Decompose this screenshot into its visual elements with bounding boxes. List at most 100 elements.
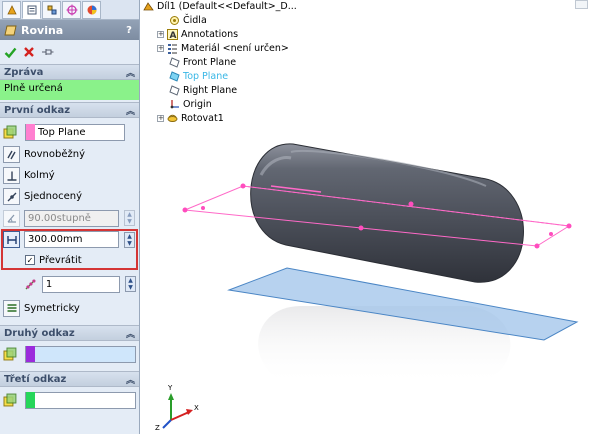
first-reference-value: Top Plane [38,126,86,138]
collapse-chevron-icon[interactable]: ︽ [126,104,135,117]
perpendicular-constraint-button[interactable] [3,167,20,184]
tree-item-label: Origin [183,99,212,110]
tree-item-top-plane[interactable]: Top Plane [169,71,228,82]
symmetric-icon [7,304,16,312]
third-reference-row [0,387,139,413]
dimxpert-tab[interactable] [62,1,81,19]
tree-item-revolve[interactable]: + Rotovat1 [157,113,224,124]
parallel-label: Rovnoběžný [24,149,85,160]
part-icon [143,2,154,11]
first-reference-header[interactable]: První odkaz ︽ [0,102,139,118]
tree-item-right-plane[interactable]: Right Plane [169,85,237,96]
collapse-chevron-icon[interactable]: ︽ [126,66,135,79]
collapse-chevron-icon[interactable]: ︽ [126,327,135,340]
revolved-capsule[interactable] [250,143,524,283]
expand-icon[interactable]: + [157,115,164,122]
annotations-icon: A [167,29,178,40]
tree-item-sensors[interactable]: Čidla [169,15,207,26]
third-reference-title: Třetí odkaz [4,373,67,385]
collapse-chevron-icon[interactable]: ︽ [126,373,135,386]
tree-item-label: Annotations [181,29,239,40]
angle-spinner[interactable]: ▲ ▼ [124,210,135,226]
svg-text:A: A [170,31,177,40]
message-section-header[interactable]: Zpráva ︽ [0,64,139,80]
help-button[interactable]: ? [123,24,135,36]
cancel-x-icon[interactable] [23,46,35,58]
coordinate-triad [162,393,193,429]
reference-color-swatch [26,124,35,140]
origin-icon [169,99,180,110]
angle-row: 90.00stupně ▲ ▼ [0,207,139,229]
tree-item-origin[interactable]: Origin [169,99,212,110]
second-reference-row [0,341,139,367]
angle-button[interactable] [3,209,20,227]
tree-root[interactable]: Díl1 (Default<<Default>_D... [143,1,297,12]
instances-input[interactable]: 1 [41,275,121,293]
property-manager: Rovina ? Zpráva ︽ Plně určená První odka… [0,0,140,434]
third-reference-header[interactable]: Třetí odkaz ︽ [0,371,139,387]
first-reference-row: Top Plane [0,120,139,144]
tree-root-label: Díl1 (Default<<Default>_D... [157,1,297,12]
feature-tree-icon [6,5,17,15]
highlight-frame [1,229,138,270]
configuration-icon [47,5,56,15]
message-section-title: Zpráva [4,66,44,78]
display-manager-tab[interactable] [82,1,101,19]
plane-feature-icon [4,25,17,35]
tree-item-label: Top Plane [183,71,229,82]
graphics-area[interactable]: Y X Z Díl1 (Default<<Default>_D... Čidla… [141,0,590,434]
material-icon [167,43,178,54]
coincident-icon [7,192,16,201]
configuration-tab[interactable] [42,1,61,19]
symmetric-button[interactable] [3,299,20,317]
third-reference-field[interactable] [24,391,136,409]
tree-toggle-button[interactable] [575,0,588,9]
second-reference-title: Druhý odkaz [4,327,75,339]
parallel-icon [6,150,16,159]
feature-title: Rovina [21,23,64,37]
tree-item-front-plane[interactable]: Front Plane [169,57,236,68]
dimxpert-icon [66,4,77,16]
coincident-label: Sjednocený [24,191,82,202]
second-reference-field[interactable] [24,345,136,363]
angle-icon [7,214,16,223]
parallel-option[interactable]: Rovnoběžný [0,144,139,165]
coincident-option[interactable]: Sjednocený [0,186,139,207]
first-reference-title: První odkaz [4,104,71,116]
pushpin-icon[interactable] [41,46,54,58]
feature-manager-tab[interactable] [2,1,21,19]
reference-color-swatch [25,346,35,362]
expand-icon[interactable]: + [157,45,164,52]
symmetric-label: Symetricky [24,302,80,314]
expand-icon[interactable]: + [157,31,164,38]
second-reference-header[interactable]: Druhý odkaz ︽ [0,325,139,341]
property-manager-tab[interactable] [22,1,41,19]
angle-input[interactable]: 90.00stupně [24,209,119,227]
instances-spinner[interactable]: ▲ ▼ [125,276,136,292]
count-row: 1 ▲ ▼ [0,272,139,296]
manager-tabs [0,0,139,20]
coincident-constraint-button[interactable] [3,188,20,205]
property-icon [27,5,36,15]
reference-select-icon [3,347,17,361]
tree-item-material[interactable]: + Materiál <není určen> [157,43,289,54]
perpendicular-option[interactable]: Kolmý [0,165,139,186]
tree-item-label: Rotovat1 [181,113,224,124]
axis-z-label: Z [155,424,160,432]
plane-icon [169,71,180,82]
symmetric-option[interactable]: Symetricky [0,297,139,319]
reference-select-icon [3,393,17,407]
ok-check-icon[interactable] [4,46,17,59]
tree-item-label: Front Plane [183,57,237,68]
tree-item-label: Čidla [183,15,207,26]
first-reference-field[interactable]: Top Plane [25,123,125,141]
axis-y-label: Y [168,384,173,392]
display-icon [87,5,96,15]
parallel-constraint-button[interactable] [3,146,20,163]
status-message: Plně určená [0,80,139,100]
tree-item-label: Right Plane [183,85,238,96]
tree-item-annotations[interactable]: + A Annotations [157,29,238,40]
instances-icon [25,279,36,290]
perpendicular-icon [7,171,16,181]
plane-icon [169,57,180,68]
